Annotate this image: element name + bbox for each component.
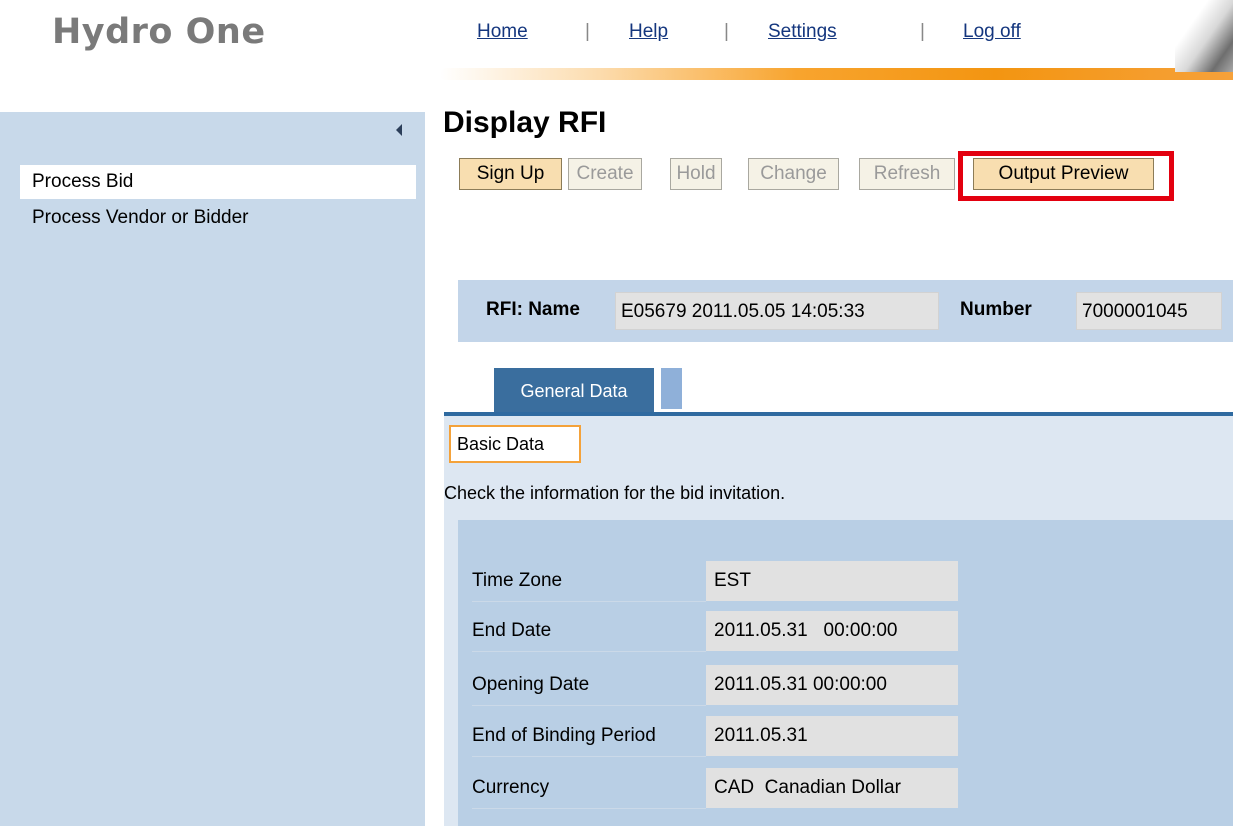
output-preview-highlight [958,151,1174,201]
nav-help-link[interactable]: Help [629,21,668,43]
collapse-arrow-icon[interactable] [396,124,402,136]
subtab-basic-data[interactable]: Basic Data [449,425,581,463]
opening-date-field: 2011.05.31 00:00:00 [706,665,958,705]
rfi-number-field: 7000001045 [1076,292,1222,330]
sidebar-item-process-bid[interactable]: Process Bid [20,165,416,199]
tab-next[interactable] [661,368,682,409]
change-button[interactable]: Change [748,158,839,190]
rfi-header-bar: RFI: Name E05679 2011.05.05 14:05:33 Num… [458,280,1233,342]
refresh-button[interactable]: Refresh [859,158,955,190]
nav-settings-link[interactable]: Settings [768,21,837,43]
nav-home-link[interactable]: Home [477,21,528,43]
nav-separator: | [920,21,925,42]
opening-date-label: Opening Date [472,665,706,706]
end-date-label: End Date [472,611,706,652]
header-corner-graphic [1175,0,1233,72]
binding-period-label: End of Binding Period [472,716,706,757]
time-zone-label: Time Zone [472,561,706,602]
binding-period-field: 2011.05.31 [706,716,958,756]
nav-separator: | [724,21,729,42]
end-date-field: 2011.05.31 00:00:00 [706,611,958,651]
rfi-name-field: E05679 2011.05.05 14:05:33 [615,292,939,330]
rfi-name-label: RFI: Name [486,299,580,320]
header-accent-bar [440,68,1233,80]
create-button[interactable]: Create [568,158,642,190]
info-text: Check the information for the bid invita… [444,483,786,503]
time-zone-field: EST [706,561,958,601]
page-title: Display RFI [443,106,607,139]
currency-field: CAD Canadian Dollar [706,768,958,808]
currency-label: Currency [472,768,706,809]
tab-general-data[interactable]: General Data [494,368,654,414]
sign-up-button[interactable]: Sign Up [459,158,562,190]
nav-separator: | [585,21,590,42]
rfi-number-label: Number [960,299,1032,320]
sidebar-item-process-vendor[interactable]: Process Vendor or Bidder [20,201,249,235]
sidebar: Process Bid Process Vendor or Bidder [0,112,425,826]
nav-logoff-link[interactable]: Log off [963,21,1021,43]
sidebar-header [0,112,416,148]
hold-button[interactable]: Hold [670,158,722,190]
